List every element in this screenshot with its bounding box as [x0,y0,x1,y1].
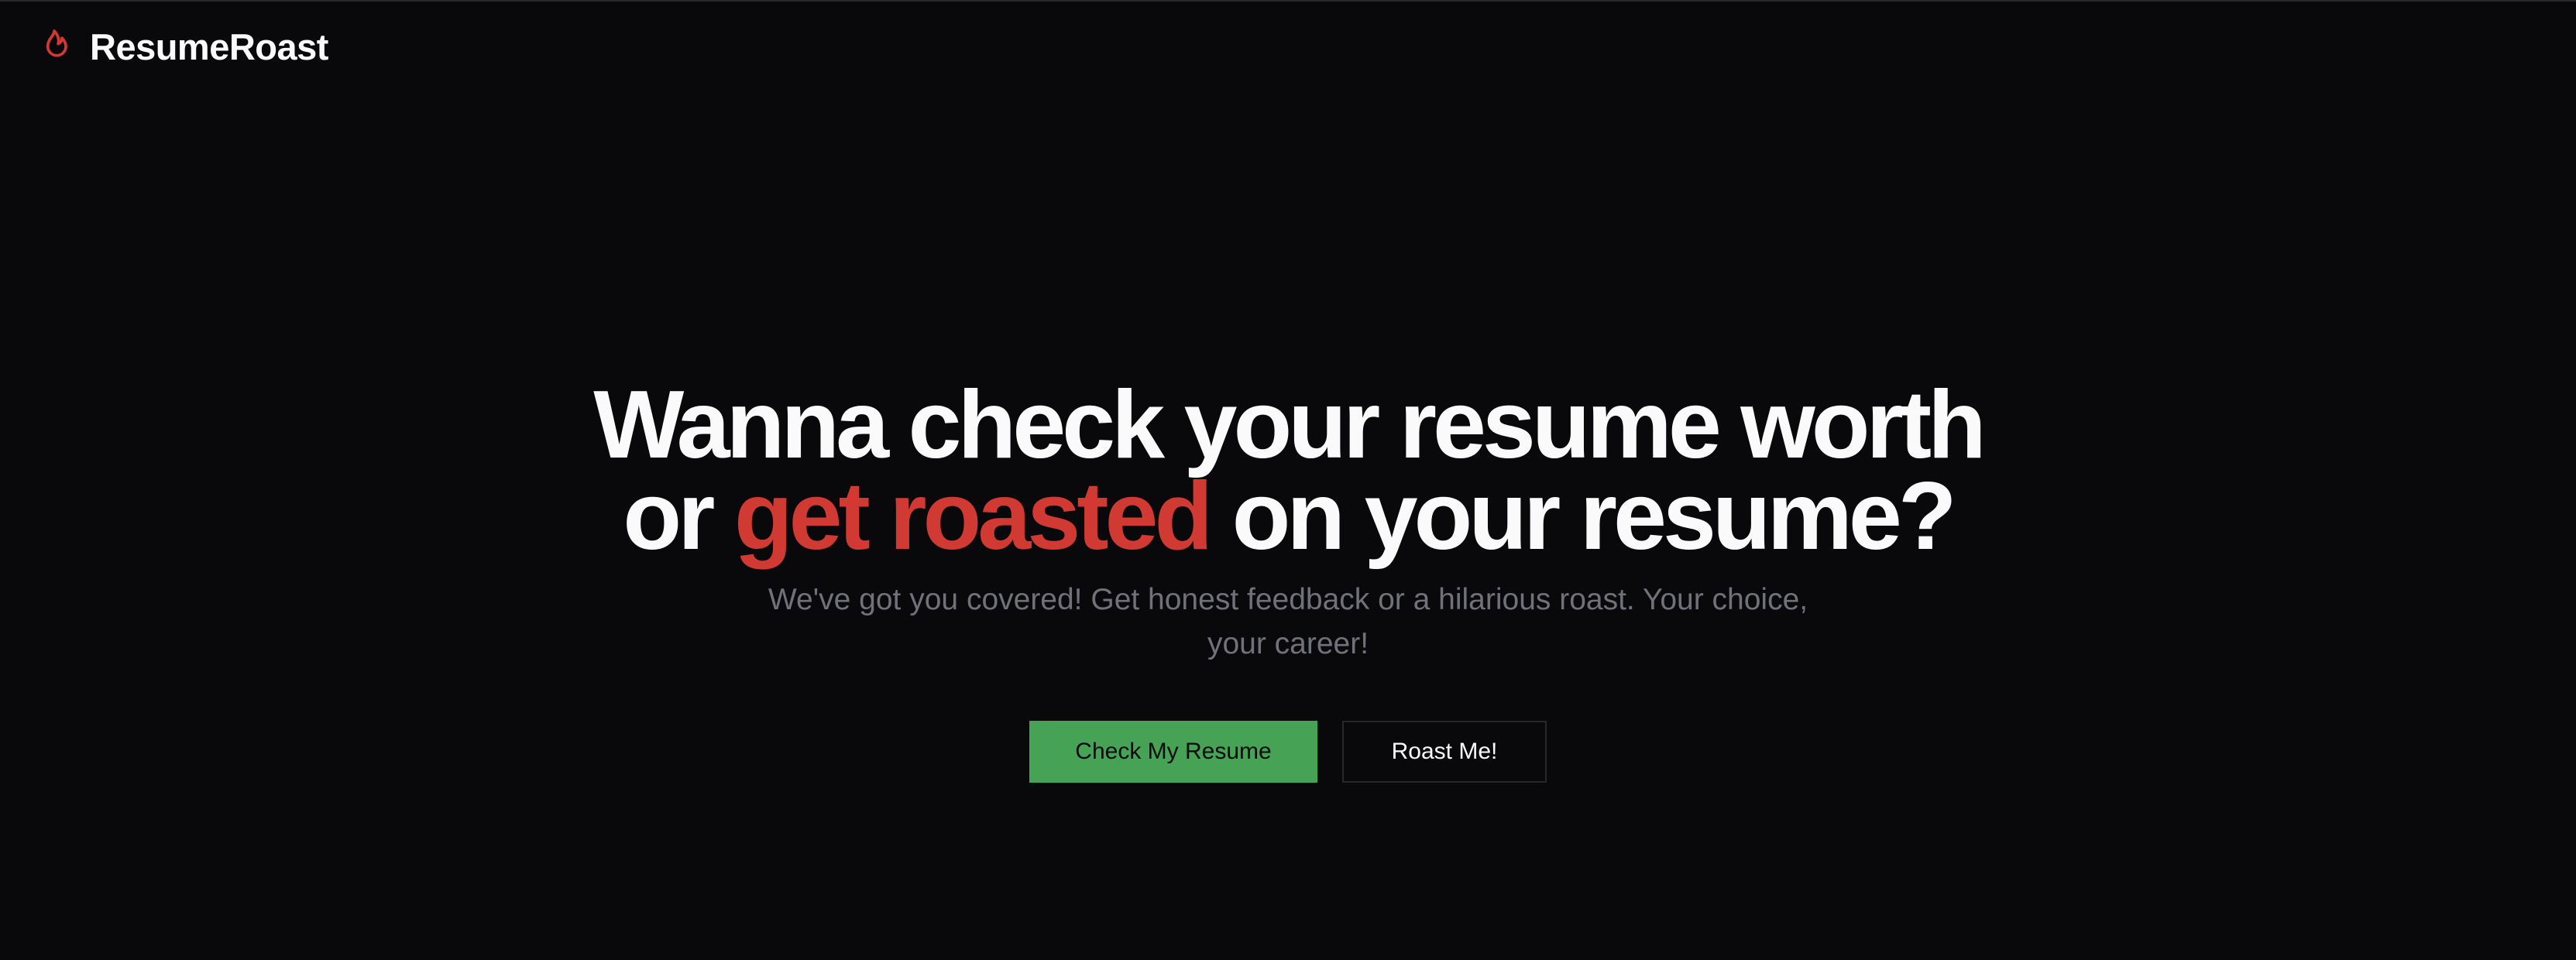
headline-accent: get roasted [733,463,1213,570]
brand-name[interactable]: ResumeRoast [90,26,328,68]
headline-line-2-suffix: on your resume? [1209,463,1957,570]
hero-section: Wanna check your resume worth or get roa… [0,377,2576,783]
flame-icon[interactable] [37,26,71,67]
top-border [0,0,2576,2]
hero-headline: Wanna check your resume worth or get roa… [591,377,1987,564]
check-my-resume-button[interactable]: Check My Resume [1029,721,1317,783]
hero-actions: Check My Resume Roast Me! [1029,721,1547,783]
site-header: ResumeRoast [37,22,328,71]
hero-subtitle: We've got you covered! Get honest feedba… [768,583,1808,660]
roast-me-button[interactable]: Roast Me! [1342,721,1547,783]
headline-line-2-prefix: or [623,463,734,570]
